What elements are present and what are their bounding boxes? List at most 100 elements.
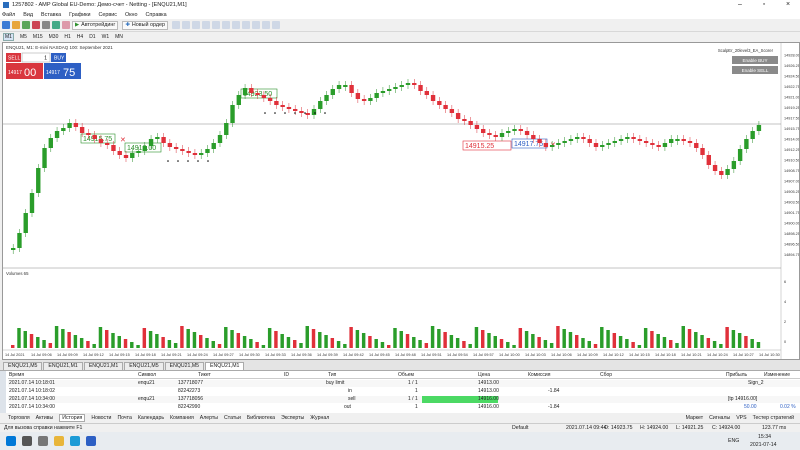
menu-view[interactable]: Вид: [23, 12, 33, 18]
periods-icon[interactable]: [262, 21, 271, 29]
zoom-in-icon[interactable]: [202, 21, 211, 29]
profiles-icon[interactable]: [12, 21, 20, 29]
task-view-icon[interactable]: [38, 436, 48, 446]
new-order-button[interactable]: ✚ Новый ордер: [122, 20, 169, 30]
price-tick: 14903.50: [784, 201, 799, 205]
price-chart[interactable]: ENQU21, M1: E-mini NASDAQ 100: September…: [3, 43, 799, 359]
volume-bar: [130, 342, 134, 348]
candle-body: [286, 107, 292, 109]
col-id[interactable]: ID: [284, 372, 289, 379]
menu-insert[interactable]: Вставка: [41, 12, 61, 18]
new-chart-icon[interactable]: [2, 21, 10, 29]
col-price[interactable]: Цена: [478, 372, 490, 379]
edge-icon[interactable]: [70, 436, 80, 446]
minimize-icon[interactable]: –: [728, 0, 752, 10]
tab-articles[interactable]: Статьи: [224, 415, 241, 421]
volume-bar: [637, 345, 642, 348]
menu-window[interactable]: Окно: [125, 12, 138, 18]
chart-tab-3[interactable]: ENQU21,M1: [83, 362, 124, 370]
tab-journal[interactable]: Журнал: [310, 415, 329, 421]
grid-icon[interactable]: [222, 21, 231, 29]
explorer-icon[interactable]: [54, 436, 64, 446]
bar-chart-icon[interactable]: [172, 21, 181, 29]
tf-m30[interactable]: M30: [49, 34, 59, 40]
col-ticket[interactable]: Тикет: [198, 372, 211, 379]
table-row[interactable]: 2021.07.14 10:18:01 enqu21 137718077 buy…: [8, 380, 800, 387]
candle-body: [737, 149, 743, 161]
col-symbol[interactable]: Символ: [138, 372, 156, 379]
chart-tab-6[interactable]: ENQU21,M1: [205, 362, 245, 370]
tab-calendar[interactable]: Календарь: [138, 415, 164, 421]
candle-chart-icon[interactable]: [182, 21, 191, 29]
time-tick: 14 Jul 09:45: [369, 353, 390, 357]
market-watch-icon[interactable]: [22, 21, 30, 29]
windows-start-icon[interactable]: [6, 436, 16, 446]
line-chart-icon[interactable]: [192, 21, 201, 29]
toolbox-icon[interactable]: [52, 21, 60, 29]
autoscroll-icon[interactable]: [232, 21, 241, 29]
tab-tester[interactable]: Тестер стратегий: [753, 415, 794, 421]
volume-bar: [111, 333, 115, 348]
tf-mn[interactable]: MN: [115, 34, 123, 40]
tf-m1[interactable]: M1: [3, 33, 14, 41]
volume-bar: [36, 337, 40, 348]
tab-news[interactable]: Новости: [91, 415, 111, 421]
tab-vps[interactable]: VPS: [736, 415, 746, 421]
menu-charts[interactable]: Графики: [69, 12, 90, 18]
tab-exposure[interactable]: Активы: [36, 415, 54, 421]
search-icon[interactable]: [22, 436, 32, 446]
col-type[interactable]: Тип: [328, 372, 336, 379]
tab-alerts[interactable]: Алерты: [200, 415, 218, 421]
menu-file[interactable]: Файл: [2, 12, 15, 18]
tab-market[interactable]: Маркет: [686, 415, 704, 421]
chart-shift-icon[interactable]: [242, 21, 251, 29]
tab-mailbox[interactable]: Почта: [117, 415, 131, 421]
tab-trade[interactable]: Торговля: [8, 415, 30, 421]
tab-company[interactable]: Компания: [170, 415, 194, 421]
chart-tab-2[interactable]: ENQU21,M1: [43, 362, 83, 370]
volume-bar: [418, 340, 422, 348]
zoom-out-icon[interactable]: [212, 21, 221, 29]
chart-window[interactable]: ENQU21, M1: E-mini NASDAQ 100: September…: [2, 42, 800, 360]
taskbar-time[interactable]: 15:34: [758, 434, 771, 440]
time-tick: 14 Jul 10:18: [655, 353, 676, 357]
tab-history[interactable]: История: [59, 414, 86, 422]
tf-m15[interactable]: M15: [33, 34, 43, 40]
col-commission[interactable]: Комиссия: [528, 372, 550, 379]
table-row[interactable]: 2021.07.14 10:34:00 enqu21 137718056 sel…: [8, 396, 800, 403]
maximize-icon[interactable]: ▫: [752, 0, 776, 10]
chart-tab-1[interactable]: ENQU21,M5: [3, 362, 43, 370]
table-row[interactable]: 2021.07.14 10:34:00 82242990 out 1 14916…: [8, 404, 800, 411]
col-change[interactable]: Изменение: [764, 372, 790, 379]
tab-signals[interactable]: Сигналы: [709, 415, 730, 421]
tf-h4[interactable]: H4: [77, 34, 83, 40]
templates-icon[interactable]: [272, 21, 281, 29]
tab-library[interactable]: Библиотека: [247, 415, 275, 421]
navigator-icon[interactable]: [42, 21, 50, 29]
col-volume[interactable]: Объем: [398, 372, 414, 379]
menu-help[interactable]: Справка: [146, 12, 167, 18]
time-tick: 14 Jul 10:03: [525, 353, 546, 357]
volume-bar: [155, 334, 159, 348]
col-time[interactable]: Время: [9, 372, 24, 379]
col-profit[interactable]: Прибыль: [726, 372, 747, 379]
algo-trading-button[interactable]: ▶ Автотрейдинг: [72, 20, 119, 30]
tf-m5[interactable]: M5: [20, 34, 27, 40]
close-icon[interactable]: ×: [776, 0, 800, 10]
tf-h1[interactable]: H1: [64, 34, 70, 40]
data-window-icon[interactable]: [32, 21, 40, 29]
tf-w1[interactable]: W1: [102, 34, 110, 40]
taskbar-lang[interactable]: ENG: [728, 438, 739, 444]
status-ping: 123.77 ms: [762, 425, 787, 431]
strategy-tester-icon[interactable]: [62, 21, 70, 29]
col-fee[interactable]: Сбор: [600, 372, 612, 379]
table-row[interactable]: 2021.07.14 10:18:02 82242273 in 1 14913.…: [8, 388, 800, 395]
chart-tab-5[interactable]: ENQU21,M5: [164, 362, 205, 370]
menu-tools[interactable]: Сервис: [99, 12, 117, 18]
indicators-icon[interactable]: [252, 21, 261, 29]
taskbar-date[interactable]: 2021-07-14: [750, 442, 777, 448]
chart-tab-4[interactable]: ENQU21,M5: [124, 362, 164, 370]
tab-experts[interactable]: Эксперты: [281, 415, 304, 421]
tf-d1[interactable]: D1: [89, 34, 95, 40]
terminal-icon[interactable]: [86, 436, 96, 446]
